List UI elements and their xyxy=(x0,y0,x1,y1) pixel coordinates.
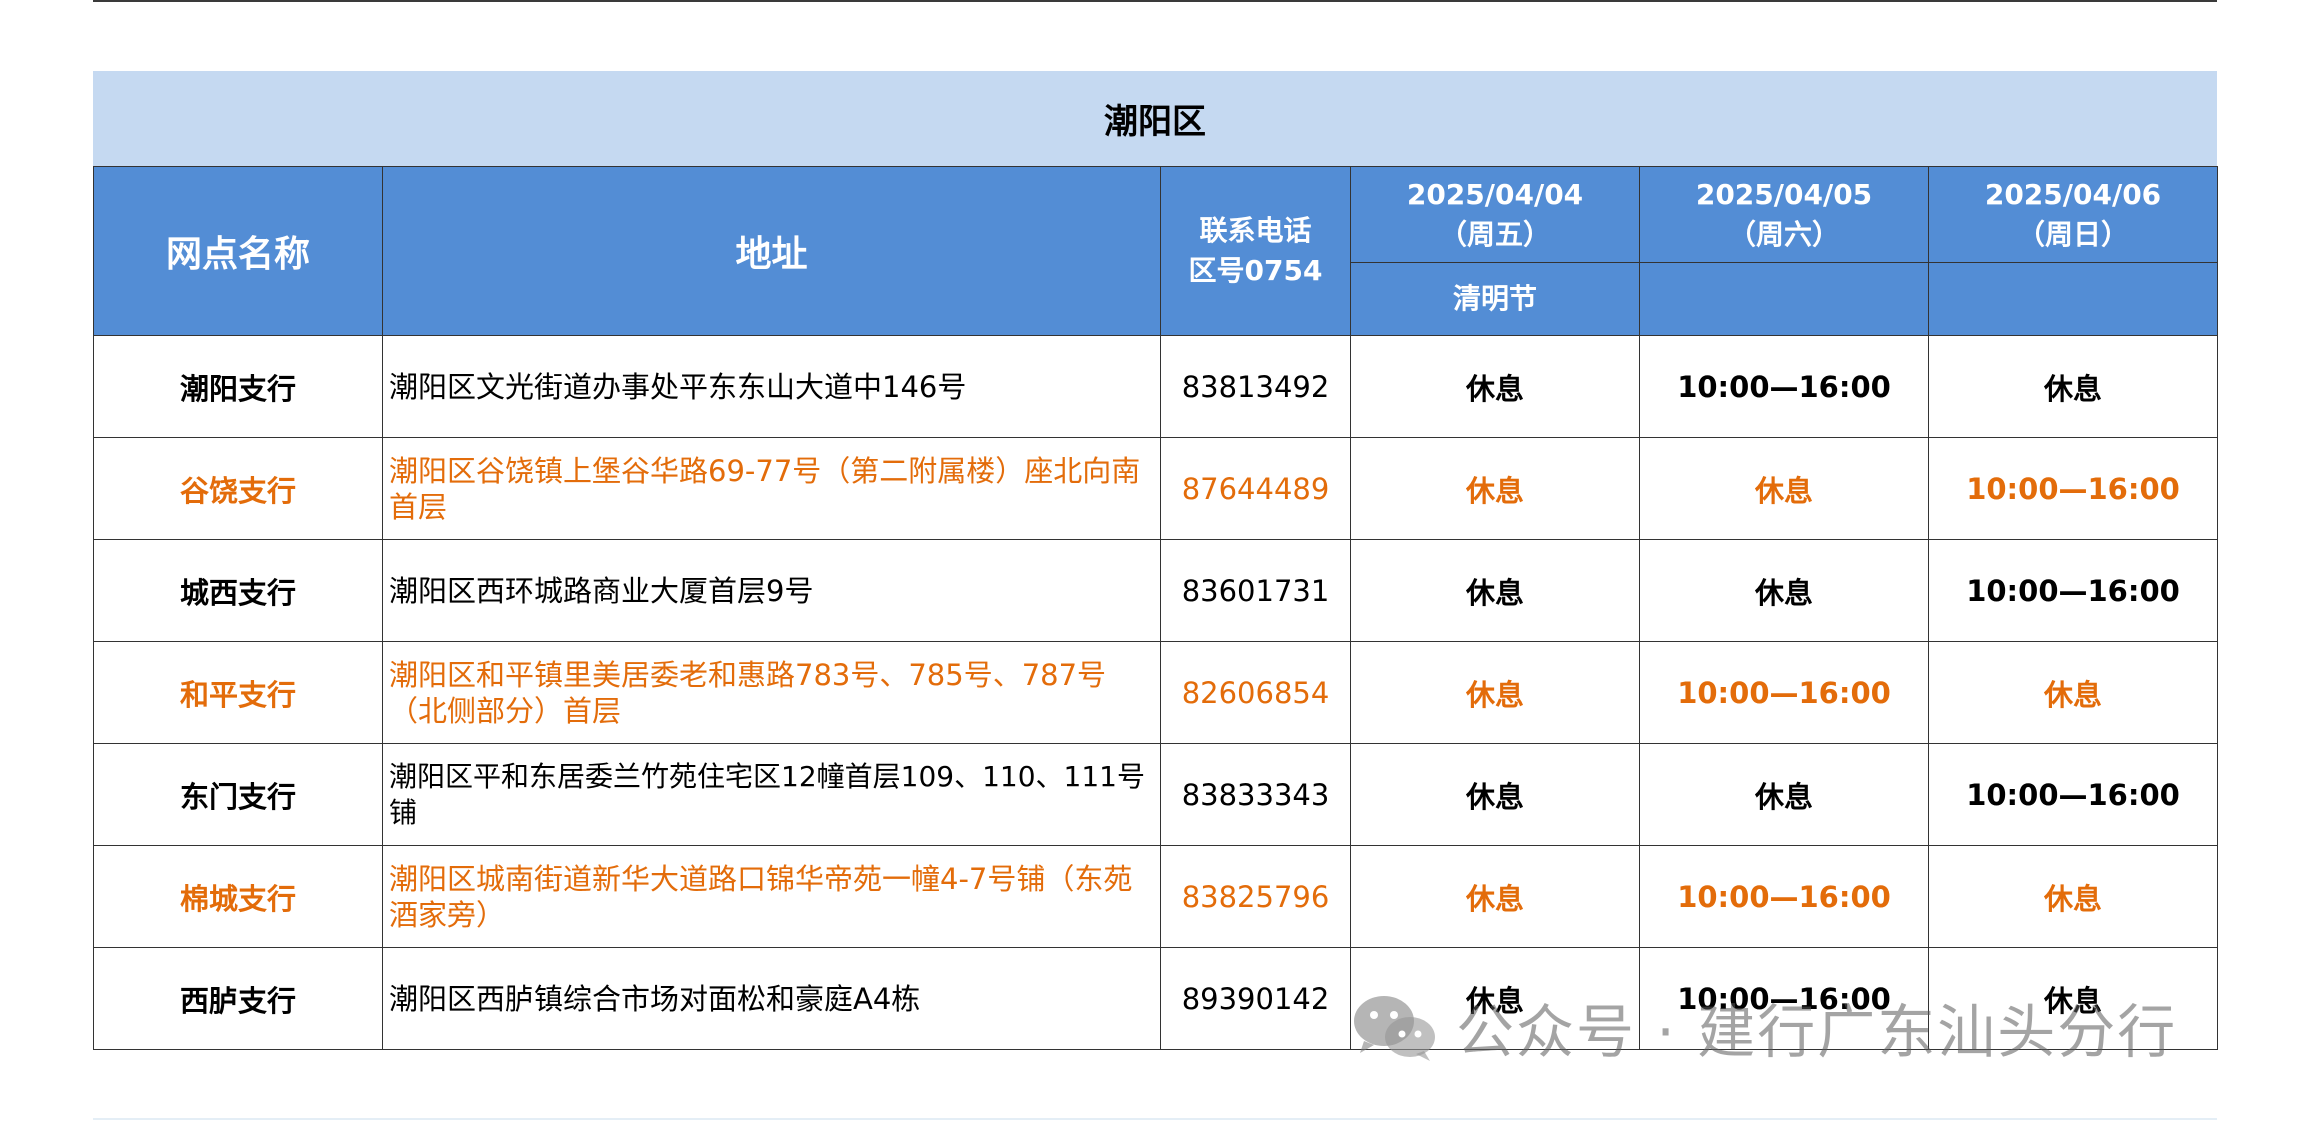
schedule-table-wrap: 潮阳区 网点名称 地址 联系电话 区号0754 2025/04/04 （周五） … xyxy=(93,71,2218,1050)
hours-day-1: 休息 xyxy=(1350,335,1640,438)
hours-day-2: 休息 xyxy=(1639,539,1929,642)
branch-address: 潮阳区谷饶镇上堡谷华路69-77号（第二附属楼）座北向南首层 xyxy=(382,437,1161,540)
table-row: 城西支行 潮阳区西环城路商业大厦首层9号 83601731 休息 休息 10:0… xyxy=(93,539,2218,642)
hours-day-2: 10:00—16:00 xyxy=(1639,641,1929,744)
region-title: 潮阳区 xyxy=(93,71,2217,166)
bottom-rule xyxy=(93,1118,2217,1120)
table-row: 和平支行 潮阳区和平镇里美居委老和惠路783号、785号、787号（北侧部分）首… xyxy=(93,641,2218,744)
branch-phone: 83825796 xyxy=(1160,845,1351,948)
hours-day-1: 休息 xyxy=(1350,845,1640,948)
branch-phone: 82606854 xyxy=(1160,641,1351,744)
hours-day-3: 休息 xyxy=(1928,641,2218,744)
header-day-2: 2025/04/05 （周六） xyxy=(1639,166,1929,263)
table-row: 棉城支行 潮阳区城南街道新华大道路口锦华帝苑一幢4-7号铺（东苑酒家旁） 838… xyxy=(93,845,2218,948)
header-phone: 联系电话 区号0754 xyxy=(1160,166,1351,336)
hours-day-2: 休息 xyxy=(1639,743,1929,846)
branch-phone: 83833343 xyxy=(1160,743,1351,846)
table-row: 谷饶支行 潮阳区谷饶镇上堡谷华路69-77号（第二附属楼）座北向南首层 8764… xyxy=(93,437,2218,540)
header-day-2-weekday: （周六） xyxy=(1727,217,1840,251)
hours-day-3: 10:00—16:00 xyxy=(1928,743,2218,846)
branch-name: 城西支行 xyxy=(93,539,383,642)
branch-schedule-table: 网点名称 地址 联系电话 区号0754 2025/04/04 （周五） 2025… xyxy=(93,166,2218,1050)
branch-name: 和平支行 xyxy=(93,641,383,744)
header-holiday-2 xyxy=(1639,262,1929,336)
branch-phone: 89390142 xyxy=(1160,947,1351,1050)
branch-address: 潮阳区平和东居委兰竹苑住宅区12幢首层109、110、111号铺 xyxy=(382,743,1161,846)
header-day-3: 2025/04/06 （周日） xyxy=(1928,166,2218,263)
watermark-text: 公众号 · 建行广东汕头分行 xyxy=(1456,998,2178,1066)
header-holiday-3 xyxy=(1928,262,2218,336)
header-holiday-1: 清明节 xyxy=(1350,262,1640,336)
hours-day-2: 10:00—16:00 xyxy=(1639,845,1929,948)
header-day-1-weekday: （周五） xyxy=(1438,217,1551,251)
top-rule xyxy=(93,0,2217,2)
hours-day-3: 休息 xyxy=(1928,335,2218,438)
watermark: 公众号 · 建行广东汕头分行 xyxy=(1350,985,2177,1069)
branch-phone: 83601731 xyxy=(1160,539,1351,642)
table-row: 东门支行 潮阳区平和东居委兰竹苑住宅区12幢首层109、110、111号铺 83… xyxy=(93,743,2218,846)
hours-day-3: 休息 xyxy=(1928,845,2218,948)
header-address: 地址 xyxy=(382,166,1161,336)
hours-day-1: 休息 xyxy=(1350,743,1640,846)
branch-name: 西胪支行 xyxy=(93,947,383,1050)
branch-address: 潮阳区和平镇里美居委老和惠路783号、785号、787号（北侧部分）首层 xyxy=(382,641,1161,744)
branch-phone: 83813492 xyxy=(1160,335,1351,438)
hours-day-1: 休息 xyxy=(1350,539,1640,642)
branch-phone: 87644489 xyxy=(1160,437,1351,540)
header-day-3-weekday: （周日） xyxy=(2016,217,2129,251)
hours-day-3: 10:00—16:00 xyxy=(1928,539,2218,642)
branch-name: 棉城支行 xyxy=(93,845,383,948)
hours-day-1: 休息 xyxy=(1350,641,1640,744)
branch-name: 潮阳支行 xyxy=(93,335,383,438)
header-day-1: 2025/04/04 （周五） xyxy=(1350,166,1640,263)
header-day-1-date: 2025/04/04 xyxy=(1406,177,1584,211)
hours-day-2: 10:00—16:00 xyxy=(1639,335,1929,438)
branch-address: 潮阳区文光街道办事处平东东山大道中146号 xyxy=(382,335,1161,438)
header-branch-name: 网点名称 xyxy=(93,166,383,336)
wechat-icon xyxy=(1354,996,1435,1061)
hours-day-1: 休息 xyxy=(1350,437,1640,540)
branch-address: 潮阳区城南街道新华大道路口锦华帝苑一幢4-7号铺（东苑酒家旁） xyxy=(382,845,1161,948)
table-row: 潮阳支行 潮阳区文光街道办事处平东东山大道中146号 83813492 休息 1… xyxy=(93,335,2218,438)
branch-address: 潮阳区西胪镇综合市场对面松和豪庭A4栋 xyxy=(382,947,1161,1050)
hours-day-3: 10:00—16:00 xyxy=(1928,437,2218,540)
branch-name: 谷饶支行 xyxy=(93,437,383,540)
hours-day-2: 休息 xyxy=(1639,437,1929,540)
branch-address: 潮阳区西环城路商业大厦首层9号 xyxy=(382,539,1161,642)
header-day-2-date: 2025/04/05 xyxy=(1695,177,1873,211)
header-day-3-date: 2025/04/06 xyxy=(1984,177,2162,211)
branch-name: 东门支行 xyxy=(93,743,383,846)
